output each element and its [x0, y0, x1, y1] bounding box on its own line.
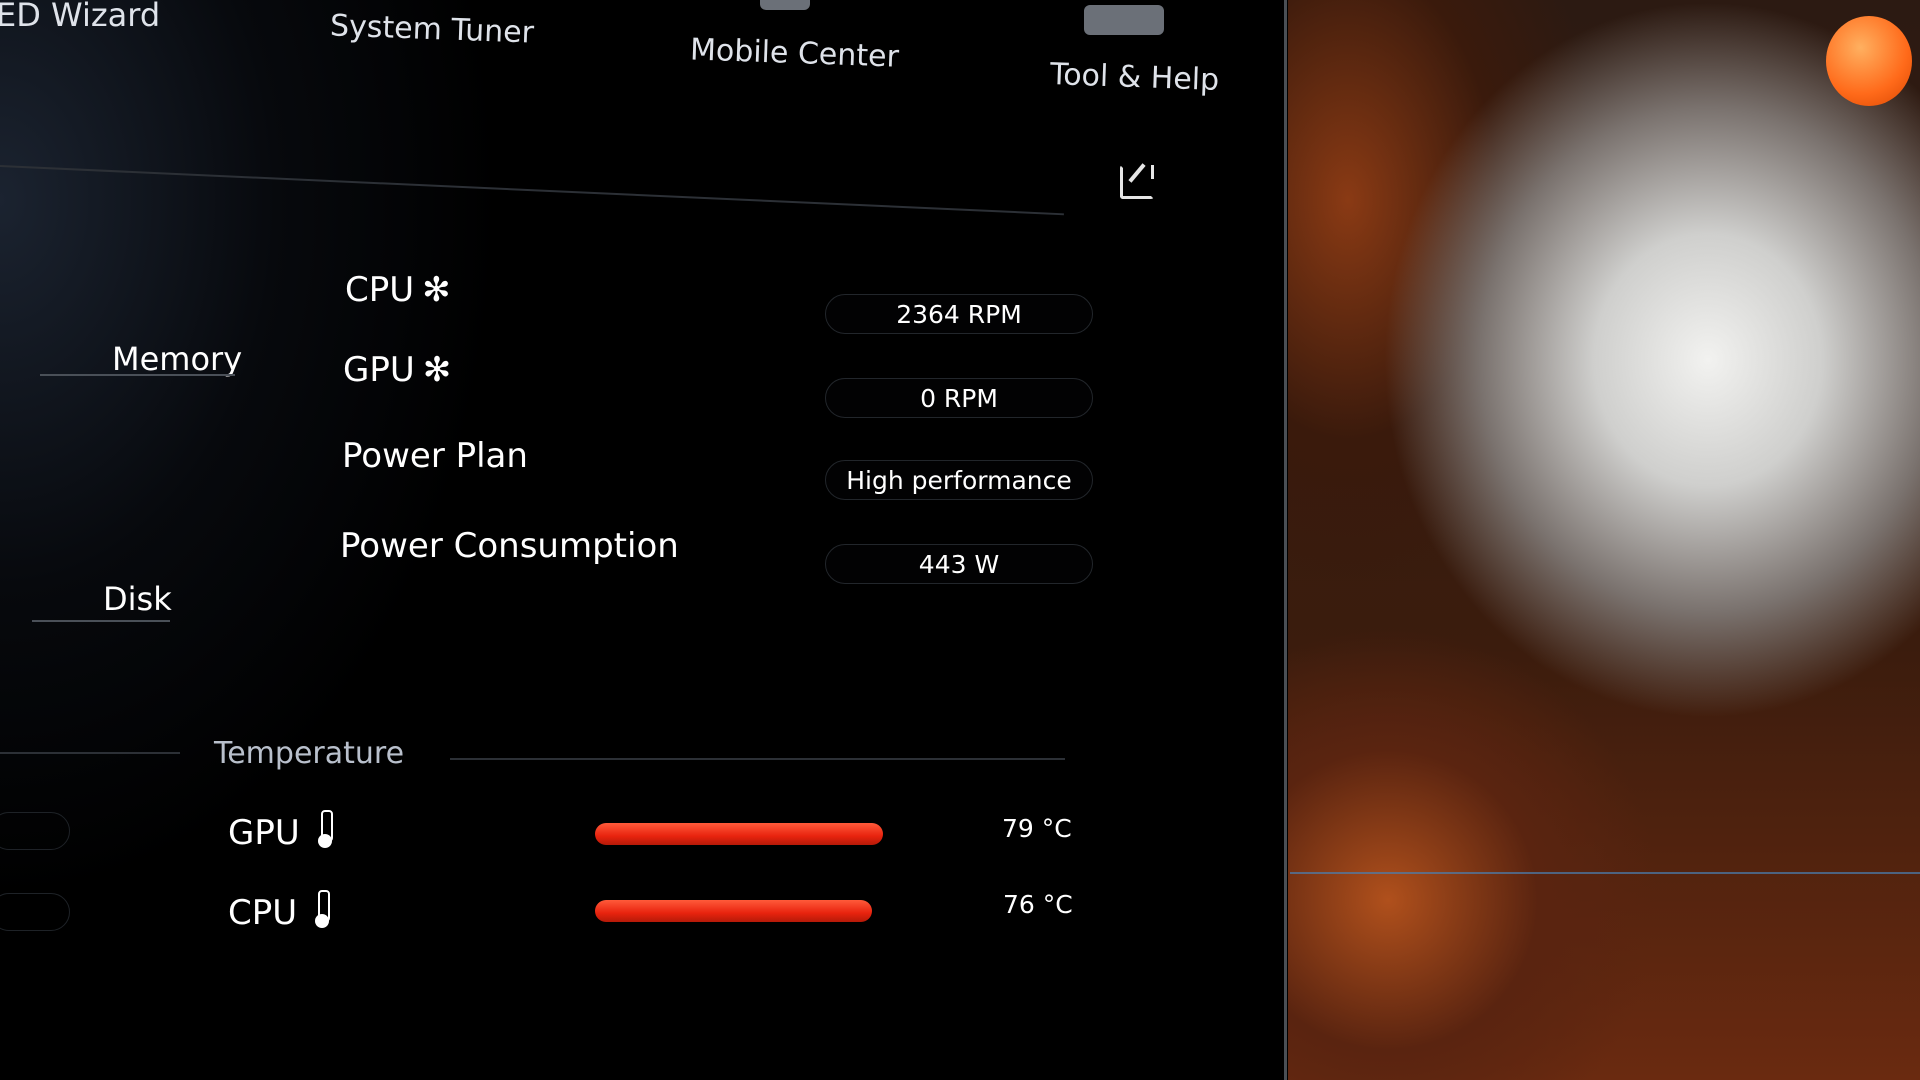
sidebar-item-disk[interactable]: Disk [103, 580, 172, 618]
cpu-temp-label: CPU [228, 890, 331, 933]
sidebar-item-memory[interactable]: Memory [112, 340, 242, 378]
cpu-temp-text: CPU [228, 893, 298, 933]
thermometer-icon [317, 810, 333, 848]
power-consumption-value: 443 W [825, 544, 1093, 584]
tab-tool-help[interactable]: Tool & Help [1049, 57, 1219, 98]
power-consumption-label: Power Consumption [340, 526, 679, 566]
gpu-temp-label: GPU [228, 810, 333, 853]
wallpaper-line [1290, 872, 1920, 874]
cpu-temp-bar [595, 900, 873, 922]
tab-ed-wizard[interactable]: ED Wizard [0, 0, 160, 34]
gpu-temp-value: 79 °C [1002, 814, 1072, 843]
channel-logo [1826, 16, 1912, 106]
side-toggle[interactable] [0, 893, 70, 931]
sidebar-divider [40, 374, 235, 376]
gpu-fan-label: GPU ✻ [343, 350, 451, 390]
temperature-divider [0, 752, 180, 754]
thermometer-icon [315, 890, 331, 928]
cpu-fan-text: CPU [345, 270, 415, 310]
fan-icon: ✻ [422, 270, 451, 310]
power-plan-label: Power Plan [342, 436, 528, 476]
gpu-fan-text: GPU [343, 350, 415, 390]
window-edge [1284, 0, 1287, 1080]
tab-system-tuner[interactable]: System Tuner [329, 8, 534, 50]
tool-help-icon [1084, 5, 1164, 35]
edit-icon[interactable] [1120, 165, 1154, 199]
cpu-fan-value: 2364 RPM [825, 294, 1093, 334]
sidebar-divider [32, 620, 170, 622]
mobile-center-icon [760, 0, 810, 10]
temperature-divider [450, 758, 1065, 760]
fan-icon: ✻ [422, 350, 452, 390]
tab-mobile-center[interactable]: Mobile Center [689, 32, 899, 74]
desktop-wallpaper [1288, 0, 1920, 1080]
gpu-temp-text: GPU [228, 813, 300, 853]
cpu-fan-label: CPU ✻ [345, 270, 451, 310]
power-plan-value[interactable]: High performance [825, 460, 1093, 500]
gpu-fan-value: 0 RPM [825, 378, 1093, 418]
gpu-temp-bar [595, 823, 884, 845]
cpu-temp-value: 76 °C [1003, 890, 1073, 919]
temperature-title: Temperature [214, 736, 405, 771]
side-toggle[interactable] [0, 812, 70, 850]
